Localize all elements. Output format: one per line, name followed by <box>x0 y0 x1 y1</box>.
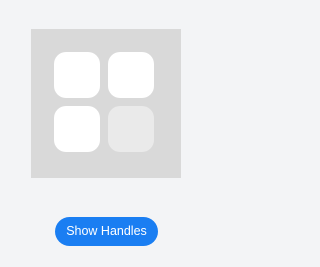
grid-tile-3[interactable] <box>54 106 100 152</box>
grid-tile-1[interactable] <box>54 52 100 98</box>
show-handles-button[interactable]: Show Handles <box>55 217 158 246</box>
grid-tile-2[interactable] <box>108 52 154 98</box>
tile-grid-panel <box>31 29 181 178</box>
grid-tile-4[interactable] <box>108 106 154 152</box>
